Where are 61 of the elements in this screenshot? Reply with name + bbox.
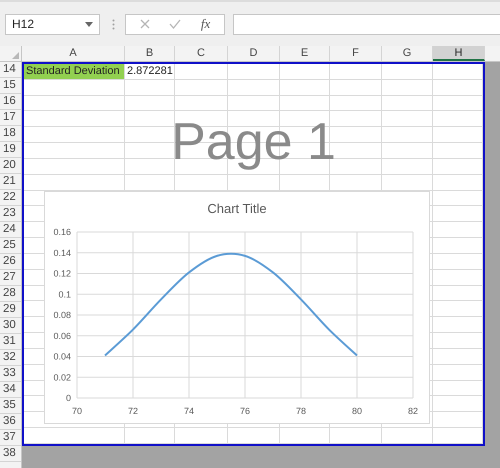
tick-label: 82 — [408, 406, 418, 416]
row-header[interactable]: 26 — [0, 254, 21, 270]
row-header[interactable]: 27 — [0, 270, 21, 286]
column-header[interactable]: H — [433, 46, 485, 61]
row-header[interactable]: 38 — [0, 446, 21, 462]
column-header[interactable]: B — [125, 46, 175, 61]
check-icon[interactable] — [169, 19, 182, 29]
row-header[interactable]: 14 — [0, 62, 21, 78]
name-box-value: H12 — [12, 17, 34, 31]
row-header[interactable]: 30 — [0, 318, 21, 334]
tick-label: 70 — [72, 406, 82, 416]
row-header[interactable]: 23 — [0, 206, 21, 222]
row-header[interactable]: 33 — [0, 366, 21, 382]
cell-text: Standard Deviation — [26, 65, 120, 77]
row-header[interactable]: 37 — [0, 430, 21, 446]
column-header[interactable]: A — [22, 46, 125, 61]
tick-label: 0 — [66, 393, 71, 403]
cell-text: 2.872281 — [127, 65, 173, 77]
caret-icon — [85, 22, 93, 26]
row-header[interactable]: 35 — [0, 398, 21, 414]
page-number-label: Page 1 — [170, 116, 337, 168]
column-header[interactable]: D — [228, 46, 280, 61]
tick-label: 76 — [240, 406, 250, 416]
row-header[interactable]: 18 — [0, 126, 21, 142]
row-header[interactable]: 28 — [0, 286, 21, 302]
row-header[interactable]: 16 — [0, 94, 21, 110]
tick-label: 0.08 — [53, 310, 71, 320]
name-box[interactable]: H12 — [5, 14, 100, 34]
tick-label: 80 — [352, 406, 362, 416]
row-header[interactable]: 22 — [0, 190, 21, 206]
tick-label: 72 — [128, 406, 138, 416]
select-all-icon[interactable] — [12, 52, 19, 59]
row-header[interactable]: 15 — [0, 78, 21, 94]
chart-title: Chart Title — [207, 201, 267, 216]
tick-label: 0.14 — [53, 248, 71, 258]
row-header[interactable]: 34 — [0, 382, 21, 398]
tick-label: 78 — [296, 406, 306, 416]
grip-icon — [112, 18, 115, 30]
row-header[interactable]: 31 — [0, 334, 21, 350]
tick-label: 0.16 — [53, 227, 71, 237]
tick-label: 0.06 — [53, 330, 71, 341]
tick-label: 0.04 — [53, 352, 71, 362]
tick-label: 0.02 — [53, 372, 71, 382]
row-header[interactable]: 17 — [0, 110, 21, 126]
row-header[interactable]: 36 — [0, 414, 21, 430]
row-header[interactable]: 25 — [0, 238, 21, 254]
column-header[interactable]: E — [280, 46, 330, 61]
row-header[interactable]: 21 — [0, 174, 21, 190]
insert-function-button[interactable]: fx — [200, 16, 210, 32]
tick-label: 0.1 — [58, 289, 71, 300]
row-header[interactable]: 32 — [0, 350, 21, 366]
row-header[interactable]: 20 — [0, 158, 21, 174]
row-header[interactable]: 19 — [0, 142, 21, 158]
cancel-icon[interactable] — [140, 19, 150, 29]
row-header[interactable]: 29 — [0, 302, 21, 318]
column-header[interactable]: C — [175, 46, 228, 61]
tick-label: 0.12 — [53, 268, 71, 278]
column-header[interactable]: F — [330, 46, 382, 61]
row-header[interactable]: 24 — [0, 222, 21, 238]
formula-input[interactable] — [233, 14, 500, 34]
tick-label: 74 — [184, 406, 194, 416]
